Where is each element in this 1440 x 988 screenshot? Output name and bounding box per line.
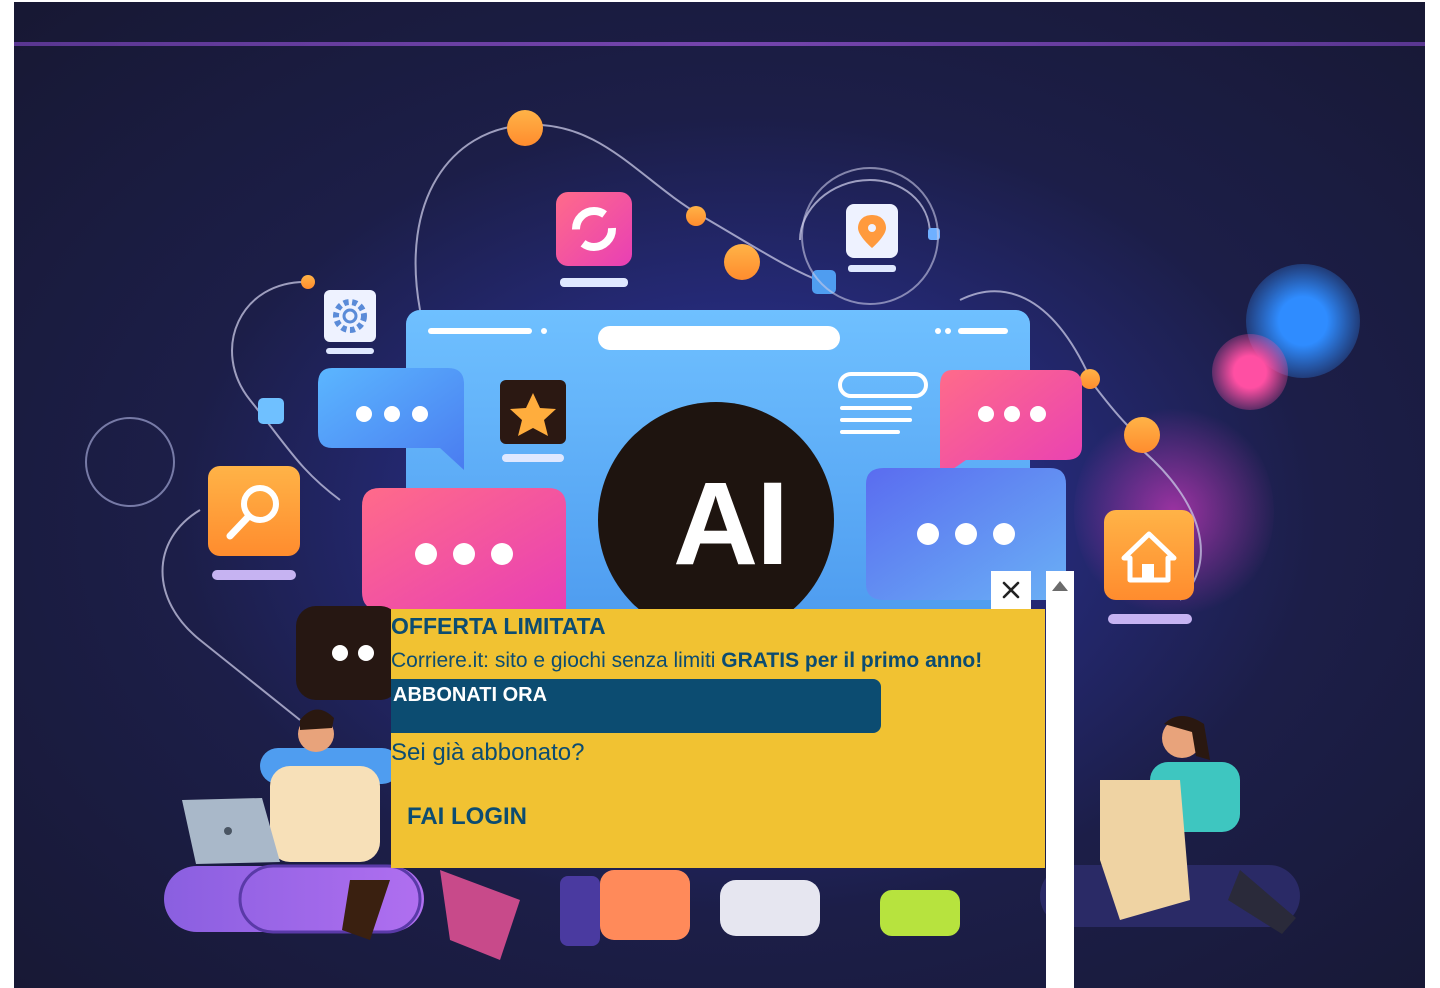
blue-square <box>812 270 836 294</box>
ai-label: AI <box>673 458 789 590</box>
scroll-up-icon <box>1052 581 1068 591</box>
home-icon <box>1104 510 1194 624</box>
login-link[interactable]: FAI LOGIN <box>407 803 527 831</box>
chat-bubble-icon <box>866 468 1066 600</box>
offer-description: Corriere.it: sito e giochi senza limiti … <box>391 649 982 673</box>
scroll-up-button[interactable] <box>1046 571 1074 601</box>
location-pin-icon <box>801 167 939 305</box>
gear-icon <box>324 290 376 354</box>
offer-text-prefix: Corriere.it: sito e giochi senza limiti <box>391 649 716 672</box>
chat-bubble-icon <box>296 606 400 700</box>
blue-square-left <box>258 398 284 424</box>
popup-scrollbar[interactable] <box>1046 571 1074 988</box>
refresh-icon <box>556 192 632 287</box>
close-icon <box>1002 581 1020 599</box>
offer-text-highlight: GRATIS per il primo anno! <box>721 649 983 672</box>
search-icon <box>208 466 300 580</box>
offer-title: OFFERTA LIMITATA <box>391 613 606 639</box>
chat-bubble-icon <box>362 488 566 610</box>
subscribe-button[interactable]: ABBONATI ORA <box>391 679 881 733</box>
laptop-icon <box>182 798 280 864</box>
outline-circle <box>85 417 175 507</box>
subscription-popup: OFFERTA LIMITATA Corriere.it: sito e gio… <box>391 609 1045 868</box>
already-subscribed-text: Sei già abbonato? <box>391 739 585 766</box>
close-button[interactable] <box>991 571 1031 609</box>
